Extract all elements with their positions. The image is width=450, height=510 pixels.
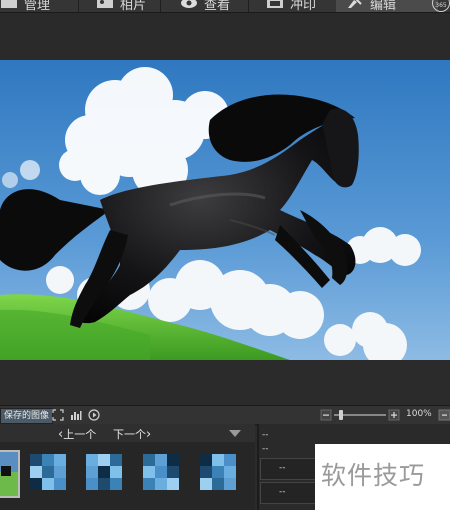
eye-icon (181, 0, 197, 8)
tab-manage[interactable]: 管理 (0, 0, 50, 12)
tab-print-label: 冲印 (290, 0, 317, 13)
thumbnail-pixel (54, 466, 66, 478)
filmstrip-thumbnail[interactable] (200, 454, 236, 490)
histogram-icon[interactable] (70, 409, 82, 421)
photo-icon (97, 0, 113, 8)
thumbnail-pixel (212, 478, 224, 490)
tab-separator (248, 0, 249, 12)
thumbnail-pixel (54, 454, 66, 466)
thumbnail-pixel (98, 454, 110, 466)
tab-print[interactable]: 冲印 (266, 0, 316, 12)
zoom-slider[interactable] (334, 410, 386, 420)
saved-images-button[interactable]: 保存的图像 (0, 408, 54, 424)
edit-icon (348, 0, 362, 8)
thumbnail-pixel (212, 466, 224, 478)
zoom-out-icon[interactable] (320, 409, 332, 421)
thumbnail-pixel (42, 478, 54, 490)
zoom-in-icon[interactable] (388, 409, 400, 421)
thumbnail-pixel (143, 454, 155, 466)
tab-manage-label: 管理 (24, 0, 51, 13)
thumbnail-pixel (224, 454, 236, 466)
chevron-right-icon: › (146, 427, 152, 442)
thumbnail-pixel (98, 478, 110, 490)
watermark-text: 软件技巧 (321, 461, 426, 490)
zoom-value: 100% (406, 409, 432, 419)
thumbnail-pixel (167, 478, 179, 490)
thumbnail-pixel (200, 466, 212, 478)
filmstrip-thumbnail[interactable] (86, 454, 122, 490)
tab-edit[interactable]: 编辑 (336, 0, 438, 12)
folder-icon (0, 0, 18, 9)
previous-label: 上一个 (63, 428, 97, 441)
thumbnail-pixel (86, 454, 98, 466)
main-photo[interactable] (0, 60, 450, 360)
thumbnail-pixel (86, 466, 98, 478)
top-tab-bar: 管理 相片 查看 冲印 编辑 365 (0, 0, 450, 13)
watermark-overlay: 软件技巧 (315, 444, 450, 510)
thumbnail-pixel (86, 478, 98, 490)
thumbnail-pixel (224, 478, 236, 490)
filmstrip-thumbnail-selected[interactable] (0, 450, 20, 498)
info-field-1: -- (260, 458, 317, 480)
filmstrip (0, 442, 255, 510)
thumbnail-pixel (54, 478, 66, 490)
workspace-bottom-margin (0, 360, 450, 405)
tab-edit-label: 编辑 (370, 0, 397, 13)
thumbnail-pixel (42, 466, 54, 478)
tab-view[interactable]: 查看 (180, 0, 230, 12)
thumbnail-pixel (30, 454, 42, 466)
filmstrip-navigator: ‹上一个 下一个› (0, 424, 255, 442)
thumbnail-pixel (200, 454, 212, 466)
next-button[interactable]: 下一个› (113, 426, 151, 442)
filmstrip-thumbnail[interactable] (30, 454, 66, 490)
thumbnail-pixel (110, 454, 122, 466)
next-label: 下一个 (113, 428, 146, 441)
print-icon (267, 0, 283, 8)
info-line-2: -- (262, 444, 269, 454)
thumbnail-pixel (30, 466, 42, 478)
thumbnail-pixel (155, 466, 167, 478)
tab-separator (78, 0, 79, 12)
info-field-1-value: -- (279, 463, 286, 473)
info-line-1: -- (262, 430, 269, 440)
thumbnail-pixel (143, 478, 155, 490)
thumbnail-pixel (224, 466, 236, 478)
zoom-fit-icon[interactable] (438, 409, 450, 421)
image-toolbar: 保存的图像 100% (0, 405, 450, 425)
thumbnail-pixel (110, 466, 122, 478)
365-badge-icon: 365 (432, 0, 450, 12)
tab-photos[interactable]: 相片 (96, 0, 146, 12)
thumbnail-pixel (212, 454, 224, 466)
zoom-slider-thumb[interactable] (339, 410, 343, 420)
tab-separator (160, 0, 161, 12)
thumbnail-pixel (155, 478, 167, 490)
thumbnail-pixel (98, 466, 110, 478)
slideshow-play-icon[interactable] (88, 409, 100, 421)
fullscreen-icon[interactable] (52, 409, 64, 421)
thumbnail-pixel (167, 454, 179, 466)
filmstrip-thumbnail[interactable] (143, 454, 179, 490)
thumbnail-pixel (143, 466, 155, 478)
tab-view-label: 查看 (204, 0, 231, 13)
workspace-top-margin (0, 13, 450, 60)
thumbnail-pixel (110, 478, 122, 490)
thumbnail-pixel (42, 454, 54, 466)
tab-photos-label: 相片 (120, 0, 147, 13)
thumbnail-pixel (155, 454, 167, 466)
previous-button[interactable]: ‹上一个 (58, 426, 96, 442)
chevron-down-icon[interactable] (228, 429, 242, 438)
thumbnail-pixel (30, 478, 42, 490)
thumbnail-pixel (200, 478, 212, 490)
info-field-2-value: -- (279, 487, 286, 497)
horse-photo-image (0, 60, 450, 360)
365-badge[interactable]: 365 (432, 0, 450, 12)
thumbnail-pixel (167, 466, 179, 478)
info-field-2: -- (260, 482, 317, 504)
